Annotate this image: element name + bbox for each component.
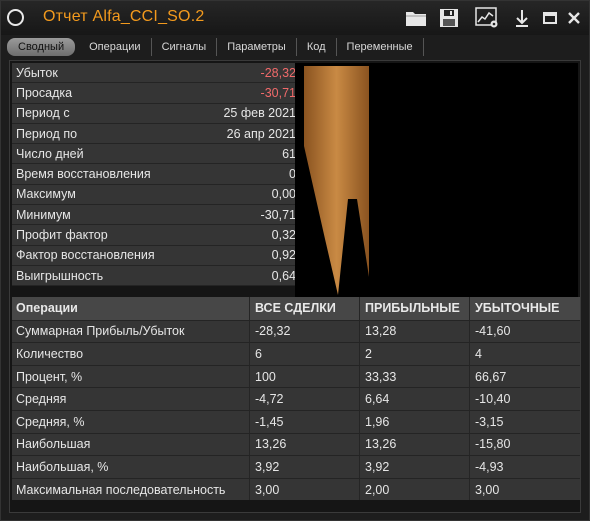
cell-all: -4,72 xyxy=(250,388,360,410)
stat-row-minimum: Минимум -30,71 xyxy=(12,205,300,226)
cell-profitable: 6,64 xyxy=(360,388,470,410)
cell-all: 6 xyxy=(250,343,360,365)
cell-all: 3,92 xyxy=(250,456,360,478)
stat-label: Минимум xyxy=(16,207,71,222)
stat-row-loss: Убыток -28,32 xyxy=(12,63,300,84)
tab-code[interactable]: Код xyxy=(297,38,337,56)
chart-settings-icon[interactable] xyxy=(474,7,500,29)
stat-label: Период с xyxy=(16,106,70,121)
cell-all: 100 xyxy=(250,365,360,388)
cell-losing: 66,67 xyxy=(475,369,507,384)
summary-stats: Убыток -28,32 Просадка -30,71 Период с 2… xyxy=(12,63,300,287)
cell-profitable: 33,33 xyxy=(360,365,470,388)
operations-table: Операции ВСЕ СДЕЛКИ ПРИБЫЛЬНЫЕ УБЫТОЧНЫЕ… xyxy=(12,297,580,501)
tab-signals[interactable]: Сигналы xyxy=(152,38,218,56)
window-title: Отчет Alfa_CCI_SO.2 xyxy=(43,8,205,25)
cell-losing: -15,80 xyxy=(475,437,511,452)
stat-value: 61 xyxy=(282,146,296,161)
row-label: Максимальная последовательность xyxy=(12,478,250,501)
table-row: Наибольшая 13,26 13,26 -15,80 xyxy=(12,432,580,456)
cell-all: -1,45 xyxy=(250,410,360,433)
stat-value: -28,32 xyxy=(260,65,296,80)
operations-header: Операции ВСЕ СДЕЛКИ ПРИБЫЛЬНЫЕ УБЫТОЧНЫЕ xyxy=(12,297,580,320)
stat-row-recovery-factor: Фактор восстановления 0,92 xyxy=(12,245,300,266)
stat-value: 26 апр 2021 xyxy=(226,126,296,141)
stat-value: 0,92 xyxy=(271,248,296,263)
row-label: Наибольшая xyxy=(12,433,250,456)
cell-losing: -3,15 xyxy=(475,414,504,429)
row-label: Средняя, % xyxy=(12,410,250,433)
minimize-icon[interactable] xyxy=(541,7,559,29)
stat-row-profit-factor: Профит фактор 0,32 xyxy=(12,225,300,246)
header-losing: УБЫТОЧНЫЕ xyxy=(475,301,560,316)
stat-row-maximum: Максимум 0,00 xyxy=(12,184,300,206)
cell-profitable: 13,28 xyxy=(360,320,470,343)
table-row: Средняя -4,72 6,64 -10,40 xyxy=(12,387,580,410)
cell-profitable: 1,96 xyxy=(360,410,470,433)
tab-bar: Сводный Операции Сигналы Параметры Код П… xyxy=(7,38,424,56)
download-icon[interactable] xyxy=(512,7,532,29)
cell-all: -28,32 xyxy=(250,320,360,343)
stat-value: 0,32 xyxy=(271,228,296,243)
table-row: Количество 6 2 4 xyxy=(12,342,580,365)
save-icon[interactable] xyxy=(437,7,461,29)
row-label: Суммарная Прибыль/Убыток xyxy=(12,320,250,343)
summary-panel: Убыток -28,32 Просадка -30,71 Период с 2… xyxy=(9,60,581,513)
stat-value: 25 фев 2021 xyxy=(223,106,296,121)
stat-value: -30,71 xyxy=(260,207,296,222)
table-row: Процент, % 100 33,33 66,67 xyxy=(12,364,580,388)
stat-row-period-to: Период по 26 апр 2021 xyxy=(12,123,300,145)
stat-label: Число дней xyxy=(16,146,84,161)
cell-profitable: 3,92 xyxy=(360,456,470,478)
cell-losing: 4 xyxy=(475,346,482,361)
stat-row-period-from: Период с 25 фев 2021 xyxy=(12,103,300,124)
equity-chart xyxy=(295,63,578,297)
row-label: Средняя xyxy=(12,388,250,410)
stat-row-days: Число дней 61 xyxy=(12,144,300,165)
stat-row-recovery-time: Время восстановления 0 xyxy=(12,164,300,185)
tab-summary[interactable]: Сводный xyxy=(7,38,76,56)
equity-area xyxy=(304,66,369,295)
cell-profitable: 13,26 xyxy=(360,433,470,456)
header-operations: Операции xyxy=(12,297,250,320)
cell-profitable: 2 xyxy=(360,343,470,365)
stat-label: Время восстановления xyxy=(16,167,151,182)
tab-variables[interactable]: Переменные xyxy=(337,38,424,56)
close-icon[interactable] xyxy=(565,7,583,29)
cell-losing: -41,60 xyxy=(475,324,511,339)
stat-label: Максимум xyxy=(16,187,76,202)
stat-label: Просадка xyxy=(16,85,73,100)
stat-row-win-rate: Выигрышность 0,64 xyxy=(12,265,300,287)
window-menu-icon[interactable] xyxy=(7,9,24,26)
stat-value: 0,64 xyxy=(271,268,296,283)
table-row: Максимальная последовательность 3,00 2,0… xyxy=(12,477,580,501)
cell-profitable: 2,00 xyxy=(360,478,470,501)
stat-row-drawdown: Просадка -30,71 xyxy=(12,83,300,104)
cell-losing: -4,93 xyxy=(475,459,504,474)
stat-label: Убыток xyxy=(16,65,58,80)
tab-operations[interactable]: Операции xyxy=(79,38,152,56)
stat-value: -30,71 xyxy=(260,85,296,100)
folder-icon[interactable] xyxy=(404,7,428,29)
stat-label: Фактор восстановления xyxy=(16,248,155,263)
header-all-trades: ВСЕ СДЕЛКИ xyxy=(250,297,360,320)
cell-all: 3,00 xyxy=(250,478,360,501)
row-label: Наибольшая, % xyxy=(12,456,250,478)
header-profitable: ПРИБЫЛЬНЫЕ xyxy=(360,297,470,320)
stat-label: Период по xyxy=(16,126,78,141)
table-row: Суммарная Прибыль/Убыток -28,32 13,28 -4… xyxy=(12,319,580,343)
title-bar: Отчет Alfa_CCI_SO.2 xyxy=(1,1,589,35)
cell-losing: 3,00 xyxy=(475,482,500,497)
stat-value: 0,00 xyxy=(271,187,296,202)
table-row: Средняя, % -1,45 1,96 -3,15 xyxy=(12,409,580,433)
cell-losing: -10,40 xyxy=(475,392,511,407)
table-row: Наибольшая, % 3,92 3,92 -4,93 xyxy=(12,455,580,478)
tab-parameters[interactable]: Параметры xyxy=(217,38,297,56)
row-label: Количество xyxy=(12,343,250,365)
cell-all: 13,26 xyxy=(250,433,360,456)
report-window: Отчет Alfa_CCI_SO.2 Сводный Операции Сиг… xyxy=(0,0,590,521)
stat-label: Выигрышность xyxy=(16,268,104,283)
row-label: Процент, % xyxy=(12,365,250,388)
stat-label: Профит фактор xyxy=(16,228,108,243)
